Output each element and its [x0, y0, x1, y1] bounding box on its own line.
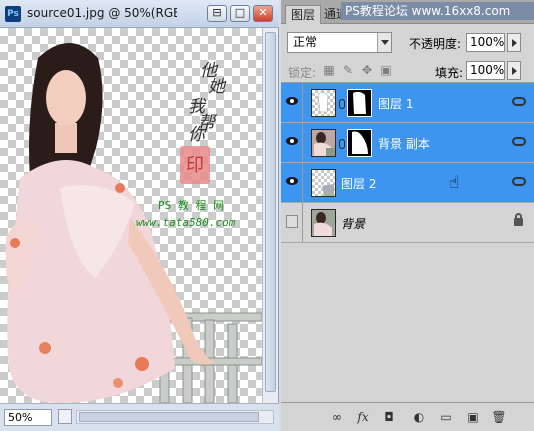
document-window: Ps source01.jpg @ 50%(RGB/... ⊟ □ ✕	[0, 0, 279, 431]
layer-name: 图层 2	[341, 177, 377, 191]
layer-mask-thumbnail[interactable]	[347, 89, 372, 117]
chevron-down-icon	[377, 33, 391, 52]
horizontal-scrollbar[interactable]	[76, 410, 274, 424]
mask-link-icon[interactable]	[339, 139, 345, 149]
fill-slider-arrow[interactable]	[507, 61, 521, 80]
layer-thumbnail	[311, 129, 336, 157]
document-title-bar[interactable]: Ps source01.jpg @ 50%(RGB/... ⊟ □ ✕	[0, 0, 279, 28]
zoom-level-field[interactable]: 50%	[4, 409, 52, 426]
lock-transparent-icon[interactable]: ▦	[322, 63, 336, 77]
blend-mode-select[interactable]: 正常	[287, 32, 392, 53]
status-bar: 50%	[0, 403, 279, 431]
photoshop-icon: Ps	[5, 6, 21, 22]
link-icon	[512, 177, 526, 186]
opacity-input[interactable]: 100%	[466, 33, 505, 52]
lock-all-icon[interactable]: ▣	[379, 63, 393, 77]
lock-label: 锁定:	[288, 66, 317, 80]
layers-list: 图层 1 背景 副本 图层 2 ☝ 背景	[281, 82, 534, 402]
layers-panel: 图层 通道 PS教程论坛 www.16xx8.com 正常 不透明度: 100%…	[281, 0, 534, 431]
layer-thumbnail	[311, 169, 336, 197]
visibility-toggle[interactable]	[281, 123, 303, 162]
layer-thumbnail	[311, 209, 336, 237]
mask-link-icon[interactable]	[339, 99, 345, 109]
layer-row-layer2[interactable]: 图层 2 ☝	[281, 163, 534, 203]
panel-tab-strip: 图层 通道 PS教程论坛 www.16xx8.com	[281, 0, 534, 24]
adjustment-layer-icon[interactable]: ◐	[411, 409, 427, 425]
visibility-toggle[interactable]	[281, 203, 303, 242]
opacity-slider-arrow[interactable]	[507, 33, 521, 52]
eye-icon	[286, 177, 298, 185]
hidden-eye-icon	[286, 215, 298, 228]
document-title: source01.jpg @ 50%(RGB/...	[27, 6, 177, 20]
site-name-text: PS 教 程 网	[158, 199, 224, 212]
delete-layer-icon[interactable]: 🗑	[491, 409, 507, 425]
tab-layers[interactable]: 图层	[285, 5, 322, 24]
link-icon	[512, 137, 526, 146]
layer-row-background[interactable]: 背景	[281, 203, 534, 243]
hand-cursor-icon: ☝	[449, 173, 460, 193]
site-url-text: www.tata580.com	[136, 216, 236, 229]
layer-row-layer1[interactable]: 图层 1	[281, 83, 534, 123]
close-button[interactable]: ✕	[253, 5, 273, 22]
minimize-button[interactable]: ⊟	[207, 5, 227, 22]
link-icon	[512, 97, 526, 106]
layer-thumbnail	[311, 89, 336, 117]
vertical-scrollbar[interactable]	[262, 28, 278, 403]
layers-panel-footer: ∞ fx ◘ ◐ ▭ ▣ 🗑	[281, 402, 534, 431]
blend-mode-value: 正常	[293, 35, 318, 49]
fill-input[interactable]: 100%	[466, 61, 505, 80]
eye-icon	[286, 97, 298, 105]
svg-text:印: 印	[186, 155, 204, 176]
link-layers-icon[interactable]: ∞	[329, 409, 345, 425]
svg-text:她: 她	[208, 77, 227, 97]
lock-position-icon[interactable]: ✥	[360, 63, 374, 77]
fx-icon[interactable]: fx	[355, 409, 371, 425]
canvas-artwork: 他 她 我 帮 你 印 PS 教 程 网 www.tata580.com	[5, 43, 262, 403]
maximize-button[interactable]: □	[230, 5, 250, 22]
fill-label: 填充:	[435, 66, 464, 80]
visibility-toggle[interactable]	[281, 163, 303, 202]
layer-mask-thumbnail[interactable]	[347, 129, 372, 157]
new-layer-icon[interactable]: ▣	[465, 409, 481, 425]
layer-name: 背景	[341, 217, 366, 231]
layer-name: 图层 1	[378, 97, 414, 111]
eye-icon	[286, 137, 298, 145]
add-mask-icon[interactable]: ◘	[381, 409, 397, 425]
opacity-label: 不透明度:	[409, 37, 462, 51]
face	[46, 70, 86, 126]
lock-image-icon[interactable]: ✎	[341, 63, 355, 77]
layer-row-background-copy[interactable]: 背景 副本	[281, 123, 534, 163]
document-canvas[interactable]: 他 她 我 帮 你 印 PS 教 程 网 www.tata580.com	[0, 28, 262, 403]
visibility-toggle[interactable]	[281, 83, 303, 122]
status-menu-icon[interactable]	[58, 409, 72, 424]
new-group-icon[interactable]: ▭	[438, 409, 454, 425]
forum-watermark: PS教程论坛 www.16xx8.com	[341, 2, 534, 20]
layer-name: 背景 副本	[378, 137, 430, 151]
lock-icon	[514, 213, 523, 226]
